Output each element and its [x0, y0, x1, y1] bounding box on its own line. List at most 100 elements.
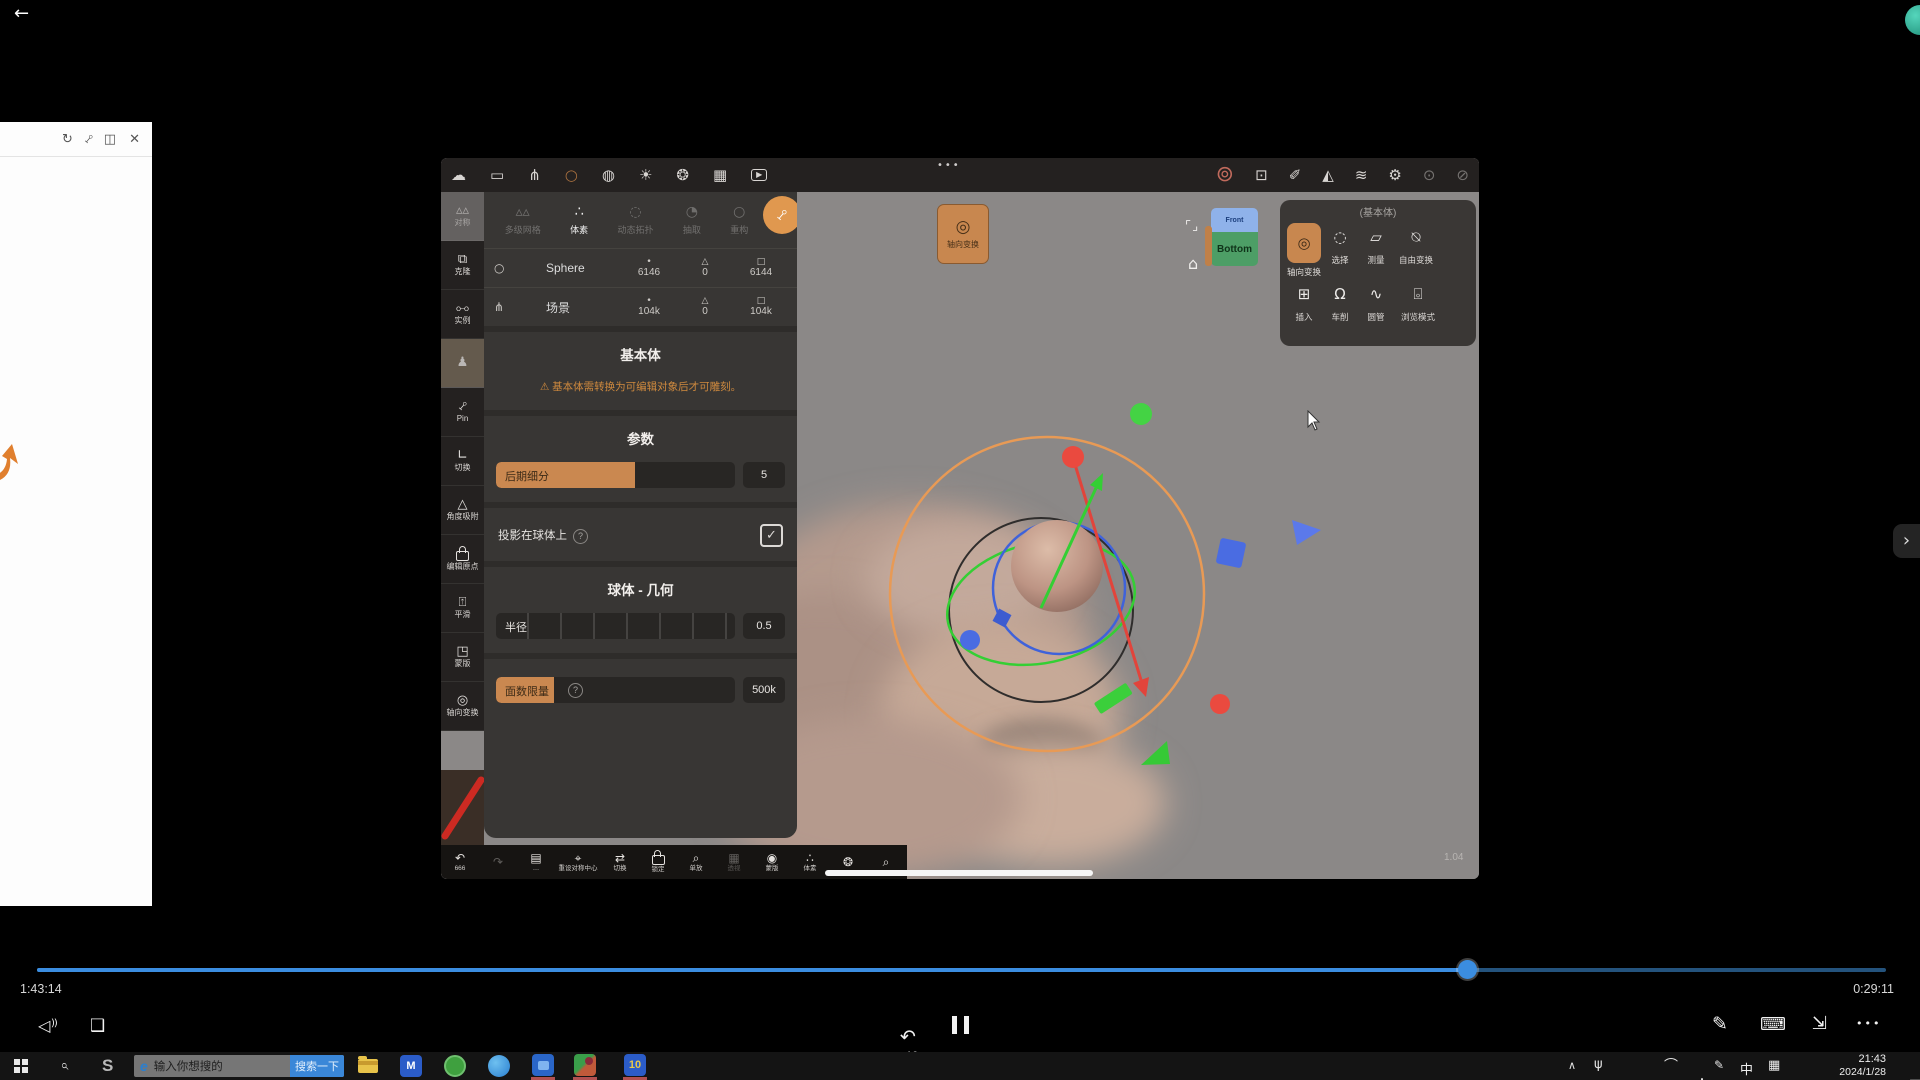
lock-button[interactable]: 锁定 [639, 850, 677, 873]
strip-item-mask[interactable]: ◳ 蒙版 [441, 633, 484, 682]
tab-decimate[interactable]: ◔ 抽取 [683, 205, 701, 236]
tray-pen-icon[interactable]: ✎ [1714, 1059, 1724, 1071]
settings-gear-icon[interactable]: ⚙ [1388, 168, 1401, 183]
material-wheel-icon[interactable]: ❂ [676, 168, 689, 183]
back-button[interactable]: ← [14, 5, 29, 23]
strip-item-angle-snap[interactable]: △ 角度吸附 [441, 486, 484, 535]
tray-chevron-up-icon[interactable]: ∧ [1568, 1060, 1576, 1071]
strip-item-clone[interactable]: ⧉ 克隆 [441, 241, 484, 290]
start-button[interactable] [14, 1059, 28, 1073]
view-cube-top-face[interactable]: Front [1211, 208, 1258, 232]
debug-icon[interactable]: ⊙ [1423, 168, 1436, 183]
scene-graph-icon[interactable]: ⋔ [528, 168, 541, 183]
help-icon[interactable]: ? [568, 683, 583, 698]
exit-fullscreen-button[interactable]: ⇲ [1812, 1015, 1827, 1033]
split-window-icon[interactable]: ◫ [104, 133, 116, 146]
layers-icon[interactable]: ≋ [1355, 168, 1368, 183]
help-icon[interactable]: ? [573, 529, 588, 544]
camera-video-icon[interactable]: ▶ [751, 169, 767, 181]
undo-button[interactable]: ↶666 [441, 852, 479, 872]
material-wheel-button[interactable]: ❂ [829, 856, 867, 869]
object-row-scene[interactable]: ⋔ 场景 •104k △0 □104k [484, 287, 797, 326]
taskbar-search-box[interactable]: e 输入你想搜的 搜索一下 [134, 1055, 344, 1077]
toolbar-scroll-slider[interactable] [825, 870, 1093, 876]
active-app-icon-1[interactable] [532, 1054, 554, 1076]
s-browser-icon[interactable]: S [102, 1056, 113, 1076]
search-go-button[interactable]: 搜索一下 [290, 1055, 344, 1077]
pin-icon[interactable]: ⟟ [82, 132, 94, 145]
tool-insert[interactable]: ⊞ 插入 [1286, 280, 1322, 323]
gizmo-handle-blue-sphere[interactable] [960, 630, 980, 650]
panel-pin-button[interactable]: ⟟ [763, 196, 797, 234]
disabled-tool-icon[interactable]: ⊘ [1456, 168, 1469, 183]
facelimit-value[interactable]: 500k [743, 677, 785, 703]
strip-item-gizmo[interactable]: ◎ 轴向变换 [441, 682, 484, 731]
lighting-icon[interactable]: ☀ [639, 168, 652, 183]
home-view-icon[interactable]: ⌂ [1188, 256, 1198, 272]
subdivision-slider[interactable]: 后期细分 [496, 462, 735, 488]
perspective-button[interactable]: ▦透视 [715, 852, 753, 872]
strip-item-edit-origin[interactable]: 编辑原点 [441, 535, 484, 584]
sphere-primitive[interactable] [1011, 520, 1103, 612]
pause-button[interactable] [952, 1016, 969, 1034]
slide-out-handle[interactable]: › [1893, 524, 1920, 558]
strip-item-pin[interactable]: ⟟ Pin [441, 388, 484, 437]
view-cube[interactable]: Front Bottom [1211, 208, 1258, 266]
object-row-sphere[interactable]: ○ Sphere •6146 △0 □6144 [484, 248, 797, 287]
stroke-preview[interactable] [441, 770, 484, 845]
gizmo-handle-green-sphere[interactable] [1130, 403, 1152, 425]
tray-wifi-icon[interactable]: ⌒ [1664, 1059, 1678, 1073]
tool-lathe[interactable]: Ω 车削 [1322, 280, 1358, 323]
m-app-icon[interactable]: M [400, 1055, 422, 1077]
taskbar-search-icon[interactable]: ⌕ [57, 1061, 72, 1069]
tab-dyntopo[interactable]: ◌ 动态拓扑 [617, 205, 653, 236]
ime-grid-icon[interactable]: ▦ [1768, 1059, 1780, 1072]
tab-multires[interactable]: ▵▵ 多级网格 [505, 205, 541, 236]
view-cube-front-face[interactable]: Bottom [1211, 232, 1258, 266]
voxel-button[interactable]: ∴体素 [791, 852, 829, 872]
ime-chinese-indicator[interactable]: 中 [1740, 1059, 1753, 1078]
tool-gizmo[interactable]: ◎ 轴向变换 [1286, 223, 1322, 278]
annotate-pencil-button[interactable]: ✎ [1712, 1015, 1728, 1034]
green-app-icon[interactable] [444, 1055, 466, 1077]
radius-slider[interactable]: 半径 [496, 613, 735, 639]
refresh-icon[interactable]: ↻ [62, 133, 73, 146]
reset-symmetry-center-button[interactable]: ⌖重设对称中心 [555, 852, 601, 872]
video-progress-bar[interactable] [37, 968, 1886, 972]
strip-item-instance[interactable]: ⧟ 实例 [441, 290, 484, 339]
tool-free-transform[interactable]: ⍉ 自由变换 [1394, 223, 1438, 278]
close-icon[interactable]: ✕ [129, 133, 140, 146]
active-app-icon-2[interactable] [574, 1054, 596, 1076]
tray-usb-icon[interactable]: ψ [1594, 1058, 1603, 1071]
strip-item-smooth[interactable]: ⍐ 平滑 [441, 584, 484, 633]
background-icon[interactable]: ○ [565, 168, 578, 183]
tab-remesh[interactable]: ○ 重构 [730, 205, 748, 236]
action-center-button[interactable]: ▤ 1 [1909, 1076, 1920, 1080]
radius-value[interactable]: 0.5 [743, 613, 785, 639]
tool-select[interactable]: ◌ 选择 [1322, 223, 1358, 278]
file-explorer-icon[interactable] [358, 1059, 378, 1073]
paint-icon[interactable]: ✐ [1289, 168, 1302, 183]
image-icon[interactable]: ▦ [713, 168, 727, 183]
strip-item-switch[interactable]: ∟ 切换 [441, 437, 484, 486]
symmetry-icon[interactable]: ◭ [1322, 168, 1334, 183]
record-turntable-icon[interactable]: ⊚ [1216, 164, 1234, 186]
danmaku-button[interactable]: ❑ [90, 1018, 105, 1035]
history-button[interactable]: ▤… [517, 852, 555, 872]
facelimit-slider[interactable]: 面数限量 ? [496, 677, 735, 703]
progress-knob[interactable] [1458, 960, 1477, 979]
subtitle-settings-button[interactable]: ⌨ [1760, 1016, 1786, 1034]
matcap-icon[interactable]: ◍ [602, 168, 615, 183]
strip-item-symmetry[interactable]: ▵▵ 对称 [441, 192, 484, 241]
gizmo-handle-red-sphere[interactable] [1062, 446, 1084, 468]
tab-voxel[interactable]: ∴ 体素 [570, 205, 588, 236]
tool-view-mode[interactable]: ⌻ 浏览模式 [1394, 280, 1442, 323]
floating-widget-dot[interactable] [1905, 5, 1920, 35]
files-icon[interactable]: ▭ [490, 168, 504, 183]
more-options-button[interactable]: ••• [1856, 1018, 1881, 1029]
mask-view-button[interactable]: ◉蒙版 [753, 852, 791, 872]
gizmo-handle-blue-cube[interactable] [1216, 538, 1247, 569]
frame-view-icon[interactable]: ⌜⌟ [1185, 220, 1199, 233]
subdivision-value[interactable]: 5 [743, 462, 785, 488]
cloud-icon[interactable]: ☁ [451, 168, 466, 183]
